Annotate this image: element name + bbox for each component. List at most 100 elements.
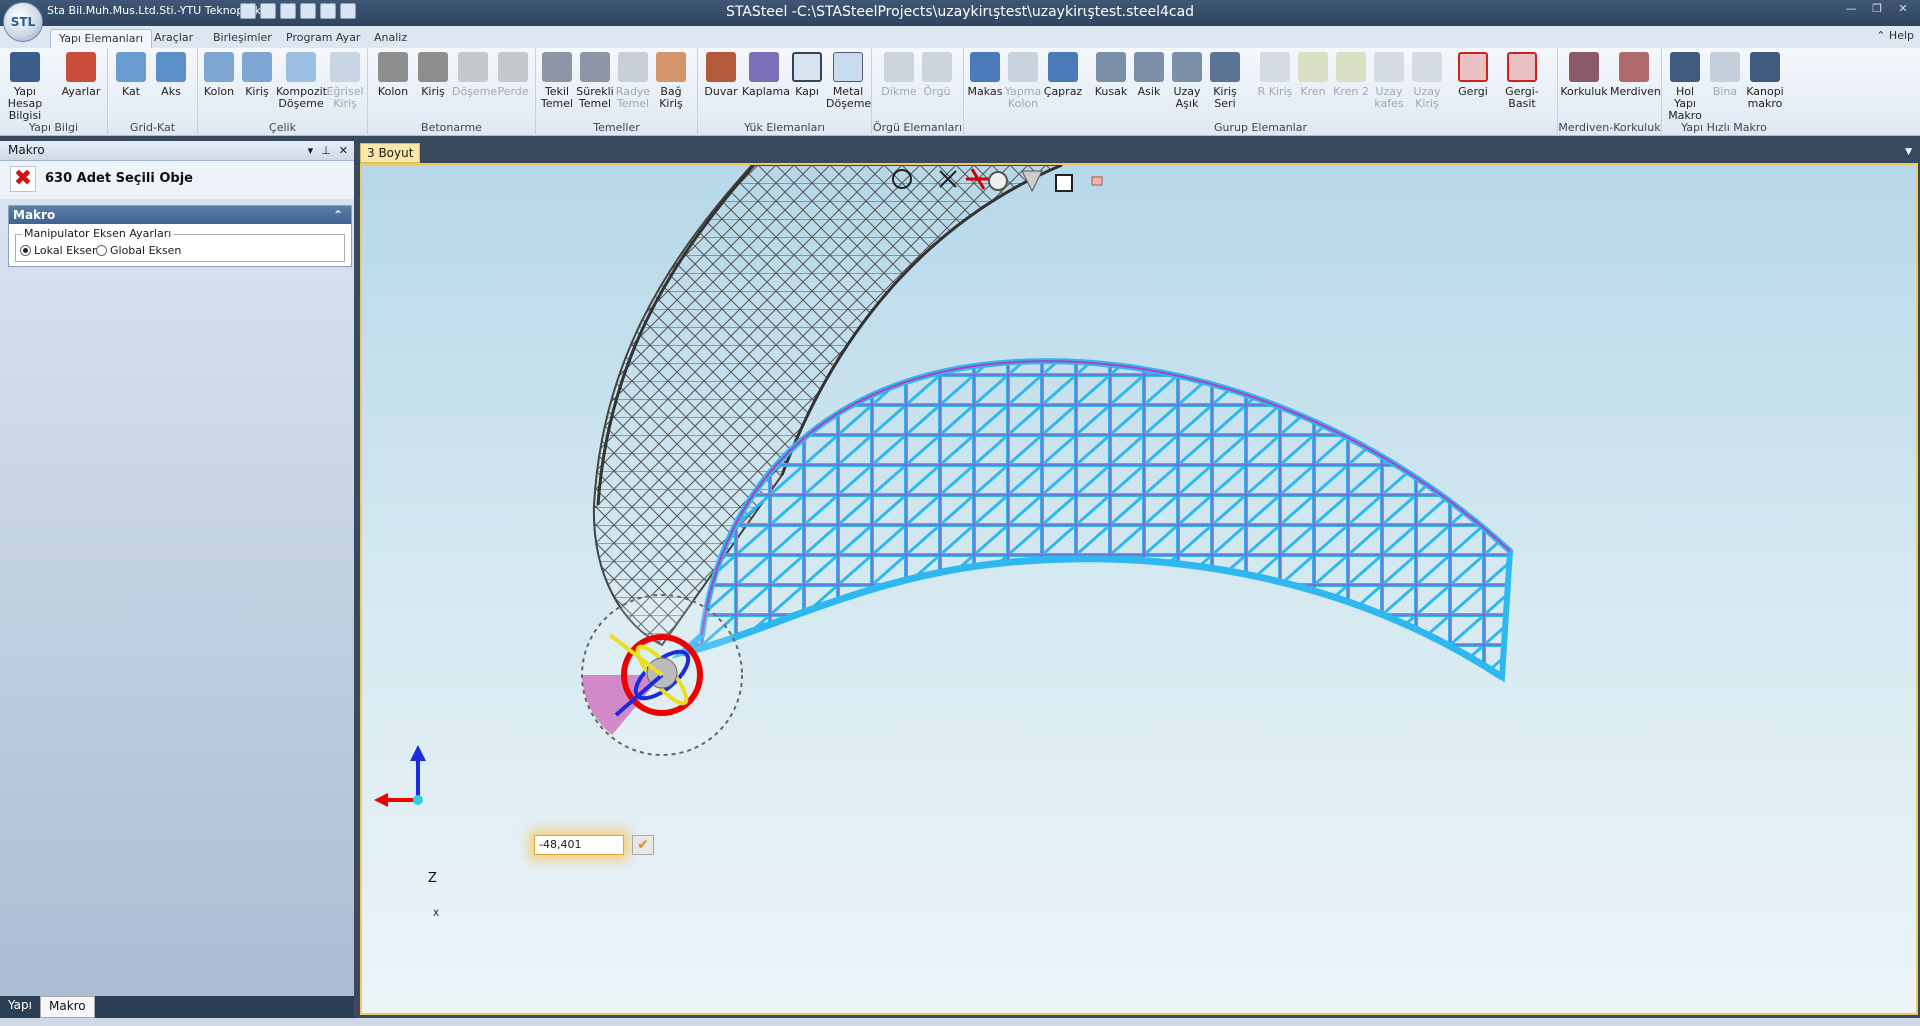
crane-icon bbox=[1298, 52, 1328, 82]
ribbon: Yapı Hesap Bilgisi Ayarlar Yapı Bilgi Ka… bbox=[0, 48, 1920, 136]
kat-button[interactable]: Kat bbox=[110, 52, 152, 98]
perde-button[interactable]: Perde bbox=[492, 52, 534, 98]
yapma-kolon-button[interactable]: Yapma Kolon bbox=[1002, 52, 1044, 110]
group-legend: Manipulator Eksen Ayarları bbox=[22, 227, 174, 240]
ayarlar-button[interactable]: Ayarlar bbox=[60, 52, 102, 98]
tab-program-ayar[interactable]: Program Ayar bbox=[278, 29, 368, 48]
space-purlin-icon bbox=[1172, 52, 1202, 82]
button-label: Tekil Temel bbox=[540, 85, 574, 110]
confirm-checkmark-icon[interactable]: ✔ bbox=[632, 835, 654, 855]
makro-section-header[interactable]: Makro ⌃ bbox=[9, 206, 351, 224]
box-view-icon[interactable] bbox=[1055, 174, 1073, 192]
doseme-button[interactable]: Döşeme bbox=[452, 52, 497, 98]
tab-yapi[interactable]: Yapı bbox=[0, 996, 40, 1018]
orgu-button[interactable]: Örgü bbox=[916, 52, 958, 98]
help-link[interactable]: ⌃ Help bbox=[1876, 29, 1914, 42]
maximize-icon[interactable]: ❐ bbox=[1864, 0, 1890, 18]
uzay-asik-button[interactable]: Uzay Aşık bbox=[1166, 52, 1208, 110]
tekil-temel-button[interactable]: Tekil Temel bbox=[536, 52, 578, 110]
kaplama-button[interactable]: Kaplama bbox=[742, 52, 790, 98]
egrisel-kiris-button[interactable]: Eğrisel Kiriş bbox=[324, 52, 366, 110]
surekli-temel-button[interactable]: Sürekli Temel bbox=[574, 52, 616, 110]
angle-input[interactable]: -48,401 bbox=[534, 835, 624, 855]
button-label: Sürekli Temel bbox=[576, 85, 614, 110]
beton-kolon-button[interactable]: Kolon bbox=[372, 52, 414, 98]
minimize-icon[interactable]: — bbox=[1838, 0, 1864, 18]
group-yuk-elemanlari: Duvar Kaplama Kapı Metal Döşeme Yük Elem… bbox=[698, 48, 872, 136]
group-label: Yapı Hızlı Makro bbox=[1681, 121, 1767, 134]
window-controls: — ❐ ✕ bbox=[1838, 0, 1916, 18]
button-label: Asik bbox=[1137, 85, 1161, 98]
button-label: Gergi-Basit bbox=[1505, 85, 1539, 110]
collapse-icon[interactable]: ⌃ bbox=[333, 206, 343, 224]
button-label: Duvar bbox=[704, 85, 738, 98]
radio-local-axis[interactable]: Lokal Eksen bbox=[20, 244, 99, 257]
aks-button[interactable]: Aks bbox=[150, 52, 192, 98]
pin-icon[interactable]: ⊥ bbox=[321, 141, 331, 160]
axis-x-label: X bbox=[433, 909, 440, 919]
kren2-button[interactable]: Kren 2 bbox=[1330, 52, 1372, 98]
asik-button[interactable]: Asik bbox=[1128, 52, 1170, 98]
korkuluk-button[interactable]: Korkuluk bbox=[1560, 52, 1608, 98]
close-icon[interactable]: ✕ bbox=[1890, 0, 1916, 18]
delete-icon[interactable]: ✖ bbox=[10, 166, 36, 192]
tab-birlesimler[interactable]: Birleşimler bbox=[205, 29, 280, 48]
tab-yapi-elemanlari[interactable]: Yapı Elemanları bbox=[50, 29, 153, 48]
concrete-column-icon bbox=[378, 52, 408, 82]
capraz-button[interactable]: Çapraz bbox=[1042, 52, 1084, 98]
button-label: Kusak bbox=[1094, 85, 1128, 98]
app-menu-button[interactable]: STL bbox=[3, 2, 43, 42]
r-kiris-button[interactable]: R Kiriş bbox=[1254, 52, 1296, 98]
uzay-kiris-button[interactable]: Uzay Kiriş bbox=[1406, 52, 1448, 110]
radio-global-axis[interactable]: Global Eksen bbox=[96, 244, 181, 257]
gergi-button[interactable]: Gergi bbox=[1452, 52, 1494, 98]
footing-icon bbox=[542, 52, 572, 82]
celik-kolon-button[interactable]: Kolon bbox=[198, 52, 240, 98]
yapi-hesap-bilgisi-button[interactable]: Yapı Hesap Bilgisi bbox=[4, 52, 46, 122]
tab-analiz[interactable]: Analiz bbox=[366, 29, 415, 48]
radio-unselected-icon bbox=[96, 245, 107, 256]
makas-button[interactable]: Makas bbox=[964, 52, 1006, 98]
button-label: Kat bbox=[121, 85, 141, 98]
lattice-icon bbox=[922, 52, 952, 82]
tab-3-boyut[interactable]: 3 Boyut bbox=[360, 143, 421, 163]
uzay-kafes-button[interactable]: Uzay kafes bbox=[1368, 52, 1410, 110]
celik-kiris-button[interactable]: Kiriş bbox=[236, 52, 278, 98]
manipulator-gizmo[interactable] bbox=[581, 594, 743, 756]
kompozit-doseme-button[interactable]: Kompozit Döşeme bbox=[276, 52, 327, 110]
metal-doseme-button[interactable]: Metal Döşeme bbox=[826, 52, 871, 110]
magnify-icon[interactable] bbox=[988, 171, 1008, 191]
panel-title: Makro bbox=[8, 143, 45, 157]
gergi-basit-button[interactable]: Gergi-Basit bbox=[1492, 52, 1552, 110]
bina-button[interactable]: Bina bbox=[1704, 52, 1746, 98]
panel-header: Makro ▾ ⊥ ✕ bbox=[0, 141, 354, 161]
structure-canvas[interactable] bbox=[362, 165, 1918, 1015]
radio-label: Global Eksen bbox=[110, 244, 182, 257]
kanopi-makro-button[interactable]: Kanopi makro bbox=[1744, 52, 1786, 110]
tie-beam-icon bbox=[656, 52, 686, 82]
beton-kiris-button[interactable]: Kiriş bbox=[412, 52, 454, 98]
document-tab-bar: 3 Boyut ▼ bbox=[358, 141, 1920, 163]
merdiven-button[interactable]: Merdiven bbox=[1610, 52, 1661, 98]
tab-menu-icon[interactable]: ▼ bbox=[1905, 147, 1912, 157]
fit-view-icon[interactable] bbox=[1091, 176, 1103, 186]
hol-yapi-makro-button[interactable]: Hol Yapı Makro bbox=[1664, 52, 1706, 122]
kapi-button[interactable]: Kapı bbox=[786, 52, 828, 98]
bag-kiris-button[interactable]: Bağ Kiriş bbox=[650, 52, 692, 110]
tools-icon bbox=[66, 52, 96, 82]
radye-temel-button[interactable]: Radye Temel bbox=[612, 52, 654, 110]
duvar-button[interactable]: Duvar bbox=[700, 52, 742, 98]
kren-button[interactable]: Kren bbox=[1292, 52, 1334, 98]
group-label: Grid-Kat bbox=[129, 121, 176, 134]
tie-rod-icon bbox=[1458, 52, 1488, 82]
kiris-seri-button[interactable]: Kiriş Seri bbox=[1204, 52, 1246, 110]
kusak-button[interactable]: Kusak bbox=[1090, 52, 1132, 98]
3d-viewport[interactable]: -48,401 ✔ Z X bbox=[360, 163, 1918, 1015]
tab-araclar[interactable]: Araçlar bbox=[146, 29, 201, 48]
dikme-button[interactable]: Dikme bbox=[878, 52, 920, 98]
building-icon bbox=[1710, 52, 1740, 82]
bracing-icon bbox=[1048, 52, 1078, 82]
close-panel-icon[interactable]: ✕ bbox=[339, 141, 348, 160]
dropdown-icon[interactable]: ▾ bbox=[308, 141, 314, 160]
tab-makro[interactable]: Makro bbox=[39, 996, 95, 1018]
